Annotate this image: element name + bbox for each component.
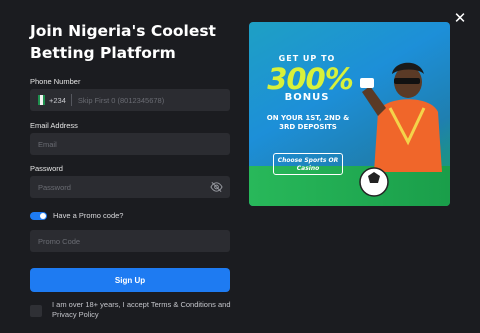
email-placeholder: Email [38,139,57,149]
password-placeholder: Password [38,182,71,192]
email-field[interactable]: Email [30,133,230,155]
banner-subtitle: ON YOUR 1ST, 2ND & 3RD DEPOSITS [266,114,350,131]
password-label: Password [30,164,63,173]
page-title: Join Nigeria's Coolest Betting Platform [30,22,216,62]
terms-checkbox[interactable] [30,305,42,317]
signup-modal: ✕ Join Nigeria's Coolest Betting Platfor… [0,0,480,333]
eye-off-icon[interactable] [210,181,223,193]
terms-text: I am over 18+ years, I accept Terms & Co… [52,300,231,319]
promo-toggle-row: Have a Promo code? [30,211,123,220]
close-icon[interactable]: ✕ [452,10,468,26]
nigeria-flag-icon [38,95,45,105]
promo-toggle[interactable] [30,211,47,220]
promo-code-input[interactable]: Promo Code [30,230,230,252]
banner-percent: 300% [267,62,354,96]
promo-placeholder: Promo Code [38,236,81,246]
phone-label: Phone Number [30,77,81,86]
signup-button[interactable]: Sign Up [30,268,230,292]
banner-bonus: BONUS [284,92,330,103]
password-field[interactable]: Password [30,176,230,198]
email-label: Email Address [30,121,78,130]
country-code: +234 [49,95,66,105]
phone-input[interactable]: +234 Skip First 0 (8012345678) [30,89,230,111]
banner-cta-button[interactable]: Choose Sports OR Casino [273,153,343,175]
phone-placeholder: Skip First 0 (8012345678) [77,95,165,105]
promo-banner[interactable]: GET UP TO 300% BONUS ON YOUR 1ST, 2ND & … [249,22,450,206]
field-divider [70,94,72,106]
player-illustration [359,62,442,197]
promo-toggle-label: Have a Promo code? [53,211,124,220]
